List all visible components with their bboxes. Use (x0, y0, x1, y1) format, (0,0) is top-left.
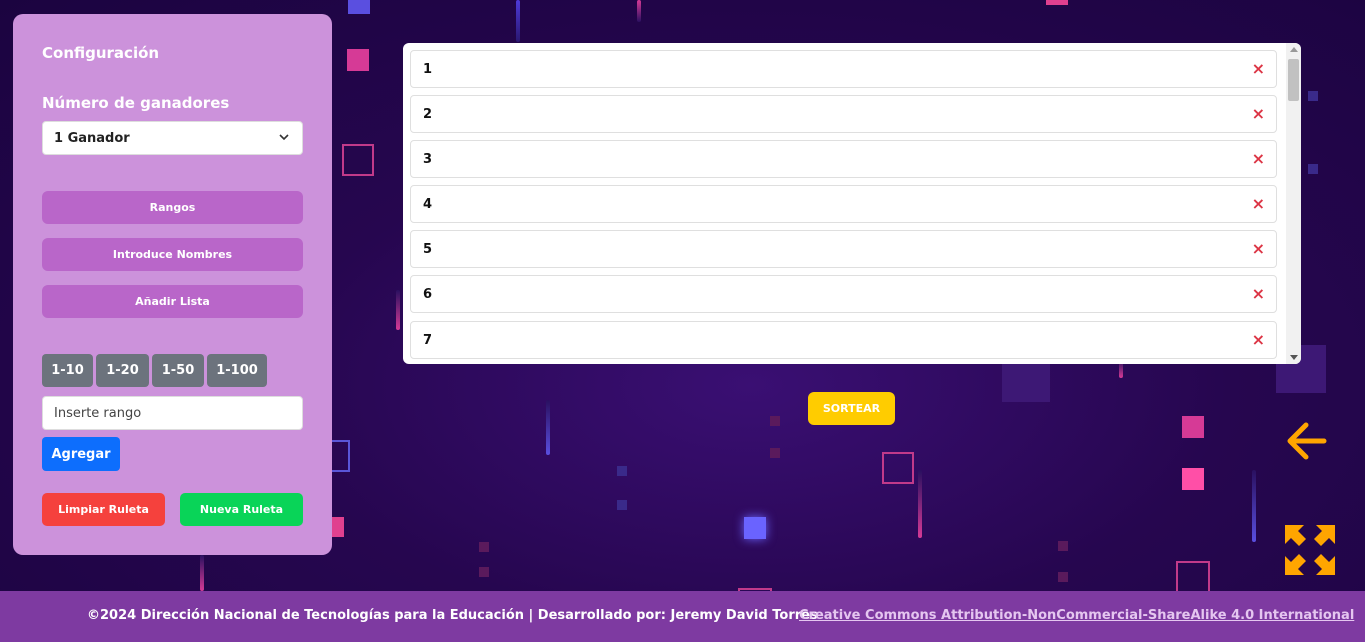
deco-square (342, 144, 374, 176)
list-item-label: 3 (423, 151, 433, 167)
winners-select-value: 1 Ganador (54, 130, 130, 146)
deco-square (770, 448, 780, 458)
list-item: 1 × (410, 50, 1277, 88)
deco-square (479, 567, 489, 577)
draw-button[interactable]: SORTEAR (808, 392, 895, 425)
list-item: 2 × (410, 95, 1277, 133)
deco-square (617, 500, 627, 510)
deco-square (770, 416, 780, 426)
deco-streak (637, 0, 641, 22)
deco-streak (918, 470, 922, 538)
delete-icon[interactable]: × (1252, 285, 1265, 303)
list-item-label: 7 (423, 332, 433, 348)
license-link[interactable]: Creative Commons Attribution-NonCommerci… (799, 608, 1354, 623)
back-button[interactable] (1278, 412, 1340, 474)
arrow-left-icon (1287, 422, 1327, 460)
deco-square (1176, 561, 1210, 593)
config-panel: Configuración Número de ganadores 1 Gana… (13, 14, 332, 555)
winners-label: Número de ganadores (42, 94, 230, 112)
chevron-down-icon (279, 134, 289, 141)
deco-square (617, 466, 627, 476)
scroll-thumb[interactable] (1288, 59, 1299, 101)
list-item: 7 × (410, 321, 1277, 359)
entries-list: 1 × 2 × 3 × 4 × 5 × 6 × 7 × (403, 43, 1301, 364)
delete-icon[interactable]: × (1252, 195, 1265, 213)
deco-streak (516, 0, 520, 42)
list-item-label: 2 (423, 106, 433, 122)
deco-square (1308, 91, 1318, 101)
config-title: Configuración (42, 44, 160, 62)
delete-icon[interactable]: × (1252, 105, 1265, 123)
list-item: 4 × (410, 185, 1277, 223)
deco-square (330, 440, 350, 472)
range-button-1-20[interactable]: 1-20 (96, 354, 149, 387)
add-list-button[interactable]: Añadir Lista (42, 285, 303, 318)
scroll-up-icon[interactable] (1290, 47, 1298, 52)
expand-arrows-icon (1285, 525, 1335, 575)
add-button[interactable]: Agregar (42, 437, 120, 471)
deco-square (882, 452, 914, 484)
new-roulette-button[interactable]: Nueva Ruleta (180, 493, 303, 526)
deco-square (348, 0, 370, 14)
clear-roulette-button[interactable]: Limpiar Ruleta (42, 493, 165, 526)
list-item-label: 6 (423, 286, 433, 302)
deco-square (1308, 164, 1318, 174)
deco-square (479, 542, 489, 552)
footer-credits: ©2024 Dirección Nacional de Tecnologías … (87, 608, 818, 623)
deco-square (1002, 362, 1050, 402)
list-item: 5 × (410, 230, 1277, 268)
list-item-label: 5 (423, 241, 433, 257)
deco-streak (200, 555, 204, 591)
list-scrollbar[interactable] (1286, 43, 1301, 364)
delete-icon[interactable]: × (1252, 240, 1265, 258)
range-button-1-10[interactable]: 1-10 (42, 354, 93, 387)
delete-icon[interactable]: × (1252, 331, 1265, 349)
range-input-placeholder: Inserte rango (54, 405, 142, 421)
deco-streak (1252, 470, 1256, 542)
deco-streak (396, 290, 400, 330)
deco-square (1182, 468, 1204, 490)
list-item-label: 1 (423, 61, 433, 77)
deco-square (1046, 0, 1068, 5)
deco-square (1182, 416, 1204, 438)
winners-select[interactable]: 1 Ganador (42, 121, 303, 155)
fullscreen-button[interactable] (1280, 520, 1340, 580)
range-button-1-100[interactable]: 1-100 (207, 354, 267, 387)
delete-icon[interactable]: × (1252, 60, 1265, 78)
ranges-button[interactable]: Rangos (42, 191, 303, 224)
deco-square (332, 517, 344, 537)
scroll-down-icon[interactable] (1290, 355, 1298, 360)
list-item: 3 × (410, 140, 1277, 178)
footer: ©2024 Dirección Nacional de Tecnologías … (0, 591, 1365, 642)
list-item-label: 4 (423, 196, 433, 212)
range-input[interactable]: Inserte rango (42, 396, 303, 430)
range-button-1-50[interactable]: 1-50 (152, 354, 204, 387)
deco-square (1058, 541, 1068, 551)
deco-streak (546, 400, 550, 455)
list-item: 6 × (410, 275, 1277, 313)
deco-square (347, 49, 369, 71)
delete-icon[interactable]: × (1252, 150, 1265, 168)
deco-square (744, 517, 766, 539)
deco-square (1058, 572, 1068, 582)
enter-names-button[interactable]: Introduce Nombres (42, 238, 303, 271)
